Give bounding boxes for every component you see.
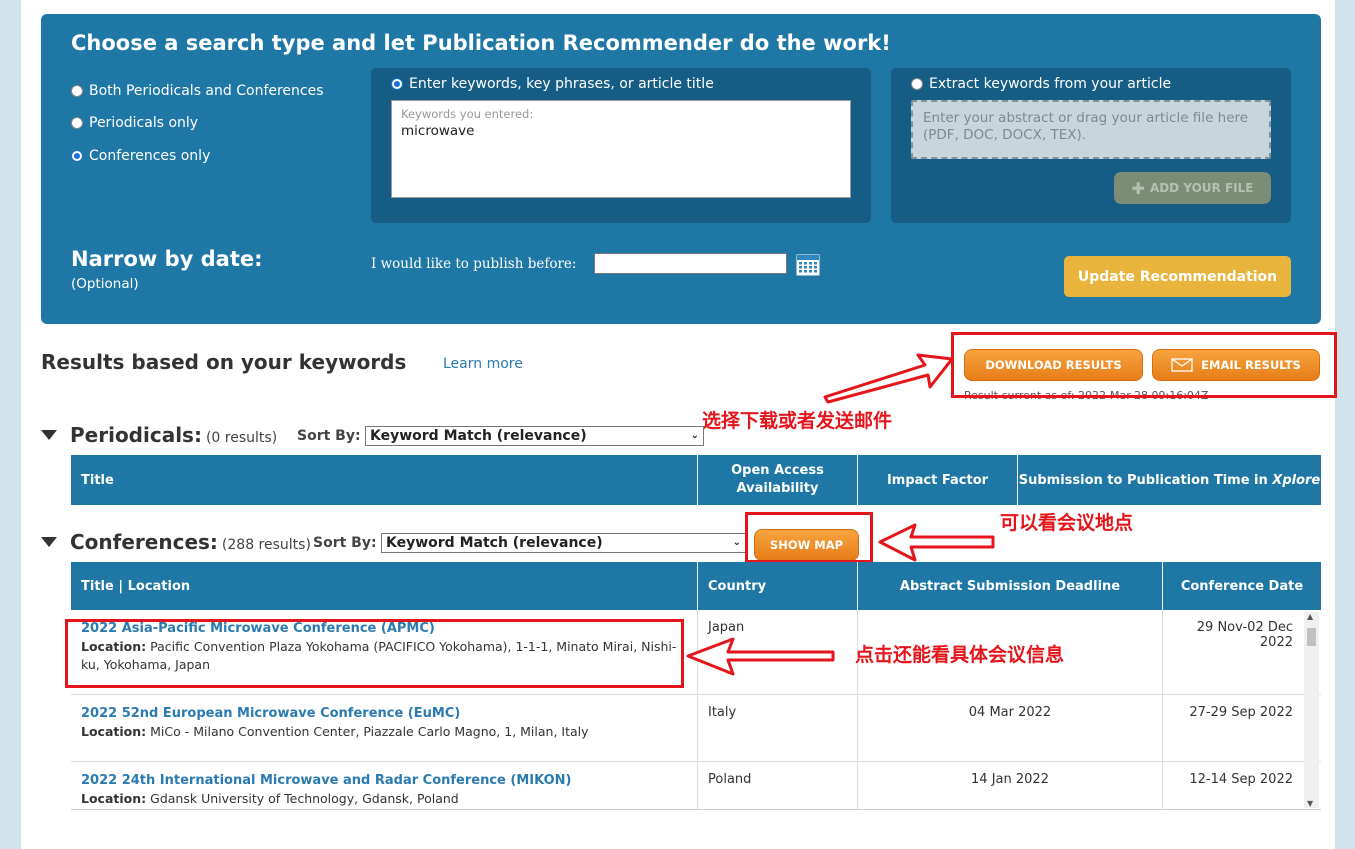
scroll-thumb[interactable] [1307, 628, 1316, 646]
row-title-cell: 2022 52nd European Microwave Conference … [71, 695, 698, 761]
radio-both-control[interactable] [71, 85, 83, 97]
keywords-textarea[interactable]: Keywords you entered: microwave [391, 100, 851, 198]
calendar-icon[interactable] [796, 252, 820, 276]
annotation-map-note: 可以看会议地点 [1000, 512, 1134, 534]
learn-more-link[interactable]: Learn more [443, 356, 523, 372]
periodicals-header[interactable]: Periodicals: (0 results) [41, 423, 277, 447]
update-recommendation-button[interactable]: Update Recommendation [1064, 256, 1291, 297]
conference-location: Gdansk University of Technology, Gdansk,… [150, 791, 459, 806]
radio-periodicals-control[interactable] [71, 117, 83, 129]
conferences-sort-label: Sort By: [313, 535, 377, 551]
periodicals-sort-label: Sort By: [297, 428, 361, 444]
conference-date: 27-29 Sep 2022 [1189, 705, 1293, 720]
abstract-dropzone[interactable]: Enter your abstract or drag your article… [911, 100, 1271, 159]
conference-title-link[interactable]: 2022 52nd European Microwave Conference … [81, 705, 687, 723]
keywords-box: Enter keywords, key phrases, or article … [371, 68, 871, 223]
radio-conferences[interactable]: Conferences only [71, 148, 210, 164]
keywords-value: microwave [401, 123, 475, 139]
annotation-arrow-detail-icon [686, 637, 835, 676]
col-title[interactable]: Title [71, 455, 698, 505]
periodicals-sort-value: Keyword Match (relevance) [370, 428, 587, 444]
periodicals-table-header: Title Open Access Availability Impact Fa… [71, 455, 1321, 505]
results-title: Results based on your keywords [41, 350, 407, 374]
narrow-title: Narrow by date: [71, 247, 263, 271]
table-row[interactable]: 2022 52nd European Microwave Conference … [71, 695, 1321, 762]
annotation-box-map [745, 512, 873, 563]
radio-periodicals-label: Periodicals only [89, 115, 199, 131]
table-row[interactable]: 2022 24th International Microwave and Ra… [71, 762, 1321, 809]
radio-periodicals[interactable]: Periodicals only [71, 115, 198, 131]
conferences-sort-value: Keyword Match (relevance) [386, 535, 603, 551]
narrow-subtitle: (Optional) [71, 276, 139, 292]
scroll-down-icon[interactable]: ▼ [1307, 799, 1313, 808]
extract-radio[interactable] [911, 78, 923, 90]
annotation-arrow-download-icon [823, 353, 954, 404]
periodicals-name: Periodicals: [70, 423, 202, 447]
col-submission-time-label: Submission to Publication Time in [1018, 472, 1268, 488]
location-label: Location: [81, 724, 147, 739]
annotation-box-conference [65, 619, 684, 688]
add-file-label: ADD YOUR FILE [1149, 181, 1254, 195]
keywords-placeholder: Keywords you entered: [401, 107, 534, 121]
keywords-option[interactable]: Enter keywords, key phrases, or article … [391, 76, 714, 92]
keywords-label: Enter keywords, key phrases, or article … [409, 76, 714, 92]
collapse-triangle-icon[interactable] [41, 537, 57, 547]
conferences-table-header: Title | Location Country Abstract Submis… [71, 562, 1321, 610]
panel-title: Choose a search type and let Publication… [71, 31, 891, 55]
conferences-header[interactable]: Conferences: (288 results) [41, 530, 311, 554]
conference-date: 29 Nov-02 Dec 2022 [1196, 620, 1293, 650]
col-title-location[interactable]: Title | Location [71, 562, 698, 610]
conference-country: Italy [698, 695, 858, 761]
col-impact-factor[interactable]: Impact Factor [858, 455, 1018, 505]
plus-icon: ✚ [1131, 178, 1145, 198]
annotation-arrow-map-icon [878, 523, 995, 562]
add-file-button[interactable]: ✚ ADD YOUR FILE [1114, 172, 1271, 204]
annotation-detail-note: 点击还能看具体会议信息 [855, 644, 1065, 666]
conference-country: Poland [698, 762, 858, 809]
radio-conferences-control[interactable] [71, 150, 83, 162]
periodicals-count: (0 results) [205, 430, 278, 446]
radio-conferences-label: Conferences only [89, 148, 211, 164]
table-scrollbar[interactable]: ▲ ▼ [1304, 612, 1319, 808]
conference-deadline: 14 Jan 2022 [858, 762, 1163, 809]
conference-location: MiCo - Milano Convention Center, Piazzal… [150, 724, 589, 739]
conference-deadline: 04 Mar 2022 [858, 695, 1163, 761]
extract-option[interactable]: Extract keywords from your article [911, 76, 1171, 92]
radio-both-label: Both Periodicals and Conferences [89, 83, 324, 99]
conferences-count: (288 results) [221, 537, 311, 553]
row-title-cell: 2022 24th International Microwave and Ra… [71, 762, 698, 809]
col-submission-xplore: Xplore [1272, 472, 1321, 488]
conference-date: 12-14 Sep 2022 [1189, 772, 1293, 787]
location-label: Location: [81, 791, 147, 806]
col-country[interactable]: Country [698, 562, 858, 610]
radio-both[interactable]: Both Periodicals and Conferences [71, 83, 324, 99]
annotation-box-buttons [951, 332, 1337, 398]
extract-label: Extract keywords from your article [929, 76, 1172, 92]
col-conference-date[interactable]: Conference Date [1163, 562, 1321, 610]
col-open-access[interactable]: Open Access Availability [698, 455, 858, 505]
keywords-radio[interactable] [391, 78, 403, 90]
conferences-name: Conferences: [70, 530, 218, 554]
search-panel: Choose a search type and let Publication… [41, 14, 1321, 324]
collapse-triangle-icon[interactable] [41, 430, 57, 440]
col-deadline[interactable]: Abstract Submission Deadline [858, 562, 1163, 610]
conferences-sort-select[interactable]: Keyword Match (relevance) ⌄ [381, 533, 746, 553]
publish-before-label: I would like to publish before: [371, 256, 577, 272]
periodicals-sort-select[interactable]: Keyword Match (relevance) ⌄ [365, 426, 704, 446]
col-submission-time[interactable]: Submission to Publication Time in Xplore [1018, 455, 1321, 505]
chevron-down-icon: ⌄ [690, 430, 699, 441]
conference-title-link[interactable]: 2022 24th International Microwave and Ra… [81, 772, 687, 790]
scroll-up-icon[interactable]: ▲ [1307, 612, 1313, 621]
extract-box: Extract keywords from your article Enter… [891, 68, 1291, 223]
publish-date-input[interactable] [594, 253, 787, 274]
annotation-download-note: 选择下载或者发送邮件 [702, 410, 893, 432]
chevron-down-icon: ⌄ [732, 537, 741, 548]
